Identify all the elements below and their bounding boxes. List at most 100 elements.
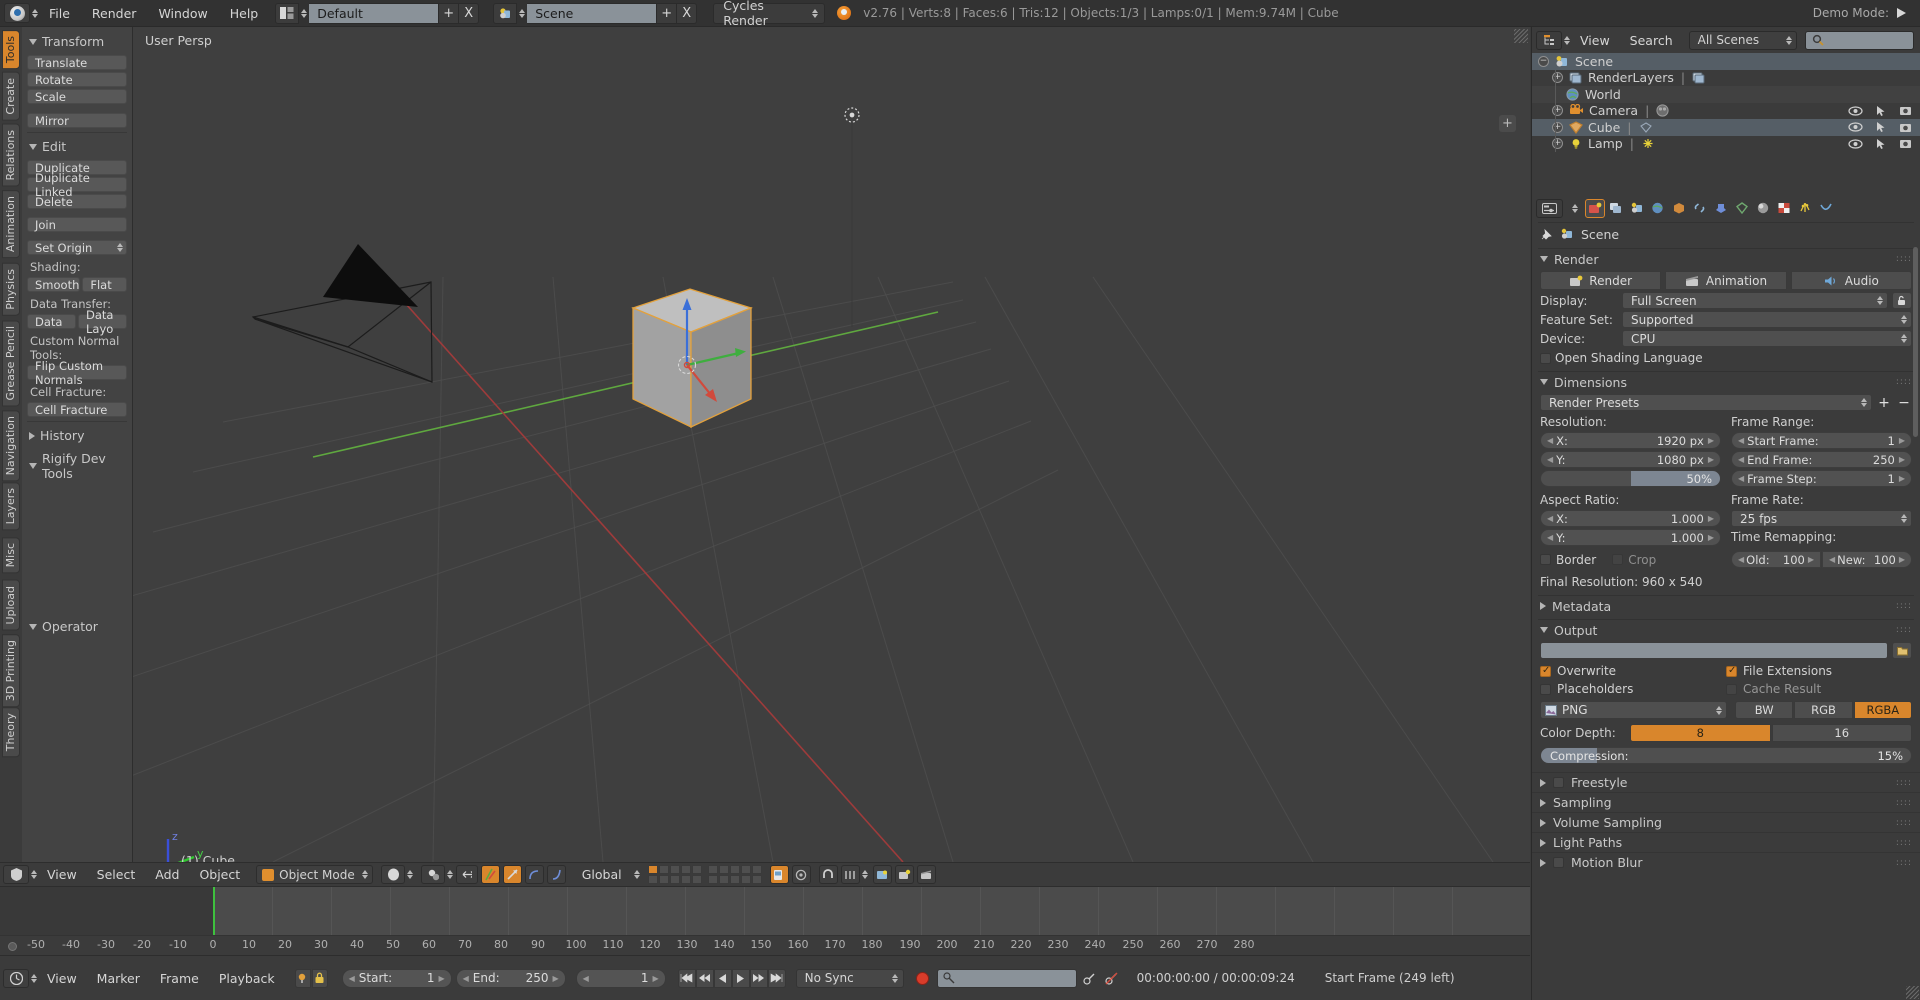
audio-button[interactable]: Audio bbox=[1790, 271, 1912, 290]
color-depth-16[interactable]: 16 bbox=[1771, 724, 1912, 742]
panel-drag-dots[interactable]: :::: bbox=[1896, 858, 1912, 868]
eye-icon[interactable] bbox=[1848, 106, 1863, 116]
border-checkbox[interactable] bbox=[1540, 554, 1551, 565]
scene-name-field[interactable]: Scene bbox=[527, 2, 658, 24]
jump-end-icon[interactable] bbox=[767, 968, 786, 988]
frame-step-field[interactable]: ◀ Frame Step: 1 ▶ bbox=[1731, 470, 1912, 487]
screen-layout-arrows[interactable] bbox=[301, 8, 308, 18]
expand-icon[interactable]: + bbox=[1552, 138, 1563, 150]
insert-keyframe-icon[interactable] bbox=[1080, 969, 1099, 988]
expand-icon[interactable]: + bbox=[1552, 72, 1563, 84]
tab-data[interactable] bbox=[1732, 199, 1752, 218]
outliner-row-cube[interactable]: + Cube | bbox=[1532, 119, 1920, 136]
aspect-y-field[interactable]: ◀ Y: 1.000 ▶ bbox=[1540, 529, 1721, 546]
panel-motion-blur-header[interactable]: Motion Blur :::: bbox=[1532, 852, 1920, 872]
overwrite-checkbox[interactable] bbox=[1540, 665, 1551, 677]
properties-editor-arrows[interactable] bbox=[1572, 203, 1578, 213]
tool-data-layout[interactable]: Data Layo bbox=[78, 308, 127, 336]
outliner-display-mode[interactable]: All Scenes bbox=[1688, 30, 1797, 50]
snap-element-icon[interactable] bbox=[840, 865, 860, 884]
tab-grease-pencil[interactable]: Grease Pencil bbox=[2, 320, 20, 407]
panel-drag-dots[interactable]: :::: bbox=[1896, 601, 1912, 611]
viewport-menu-add[interactable]: Add bbox=[145, 867, 189, 882]
end-frame-field[interactable]: ◀ End: 250 ▶ bbox=[455, 968, 566, 988]
tool-duplicate-linked[interactable]: Duplicate Linked bbox=[27, 171, 127, 199]
panel-edit-header[interactable]: Edit bbox=[22, 135, 132, 158]
tab-render-layers[interactable] bbox=[1606, 199, 1626, 218]
opengl-render-icon[interactable] bbox=[872, 865, 892, 884]
screen-layout-icon[interactable] bbox=[275, 2, 300, 24]
display-lock-icon[interactable] bbox=[1892, 292, 1912, 309]
proportional-edit-icon[interactable] bbox=[791, 865, 811, 884]
viewport-menu-object[interactable]: Object bbox=[189, 867, 250, 882]
viewport-shading-icon[interactable] bbox=[380, 865, 405, 884]
transform-orientation-value[interactable]: Global bbox=[572, 867, 632, 882]
tab-material[interactable] bbox=[1753, 199, 1773, 218]
tool-mirror[interactable]: Mirror bbox=[27, 113, 127, 128]
panel-drag-dots[interactable]: :::: bbox=[1896, 838, 1912, 848]
play-icon[interactable] bbox=[731, 968, 750, 988]
editor-type-icon[interactable] bbox=[3, 865, 29, 884]
panel-render-header[interactable]: Render :::: bbox=[1532, 249, 1920, 269]
color-depth-8[interactable]: 8 bbox=[1630, 724, 1771, 742]
device-select[interactable]: CPU bbox=[1622, 330, 1912, 347]
panel-transform-header[interactable]: Transform bbox=[22, 30, 132, 53]
tab-relations[interactable]: Relations bbox=[2, 124, 20, 187]
panel-dimensions-header[interactable]: Dimensions :::: bbox=[1532, 372, 1920, 392]
tab-theory[interactable]: Theory bbox=[2, 707, 20, 758]
timeline-menu-view[interactable]: View bbox=[37, 971, 87, 986]
timeline-editor[interactable]: -50 -40 -30 -20 -10 0 10 20 30 40 50 60 … bbox=[0, 887, 1530, 955]
panel-drag-dots[interactable]: :::: bbox=[1896, 798, 1912, 808]
start-frame-field[interactable]: ◀ Start: 1 ▶ bbox=[341, 968, 452, 988]
tool-shade-flat[interactable]: Flat bbox=[82, 277, 127, 292]
panel-freestyle-header[interactable]: Freestyle :::: bbox=[1532, 772, 1920, 792]
tab-world[interactable] bbox=[1648, 199, 1668, 218]
scene-layers-grid-2[interactable] bbox=[707, 865, 762, 884]
current-frame-field[interactable]: ◀ 1 ▶ bbox=[575, 968, 666, 988]
tab-physics[interactable] bbox=[1816, 199, 1836, 218]
tool-shade-smooth[interactable]: Smooth bbox=[27, 277, 81, 292]
scene-layers-grid-1[interactable] bbox=[647, 865, 702, 884]
panel-operator-header[interactable]: Operator bbox=[22, 615, 104, 638]
manipulator-scale-icon[interactable] bbox=[524, 865, 544, 884]
timeline-menu-marker[interactable]: Marker bbox=[87, 971, 150, 986]
tab-constraints[interactable] bbox=[1690, 199, 1710, 218]
tab-particles[interactable] bbox=[1795, 199, 1815, 218]
menu-help[interactable]: Help bbox=[219, 0, 270, 27]
tab-texture[interactable] bbox=[1774, 199, 1794, 218]
eye-icon[interactable] bbox=[1848, 122, 1863, 132]
feature-set-select[interactable]: Supported bbox=[1622, 311, 1912, 328]
add-preset-button[interactable]: + bbox=[1876, 395, 1892, 411]
render-animation-icon[interactable] bbox=[916, 865, 936, 884]
panel-sampling-header[interactable]: Sampling :::: bbox=[1532, 792, 1920, 812]
menu-file[interactable]: File bbox=[38, 0, 81, 27]
outliner-row-world[interactable]: World bbox=[1532, 86, 1920, 103]
tab-3d-printing[interactable]: 3D Printing bbox=[2, 634, 20, 708]
snap-arrows[interactable] bbox=[861, 870, 868, 879]
tab-layers[interactable]: Layers bbox=[2, 482, 20, 531]
output-path-input[interactable] bbox=[1540, 642, 1888, 659]
panel-light-paths-header[interactable]: Light Paths :::: bbox=[1532, 832, 1920, 852]
tab-physics[interactable]: Physics bbox=[2, 263, 20, 316]
timeline-editor-type-icon[interactable] bbox=[3, 968, 29, 988]
delete-keyframe-icon[interactable] bbox=[1102, 969, 1121, 988]
delete-scene-button[interactable]: X bbox=[677, 2, 698, 24]
viewport-menu-view[interactable]: View bbox=[37, 867, 87, 882]
outliner-menu-view[interactable]: View bbox=[1570, 33, 1620, 48]
tool-data[interactable]: Data bbox=[27, 314, 76, 329]
play-icon[interactable] bbox=[1897, 8, 1906, 18]
color-mode-rgba[interactable]: RGBA bbox=[1853, 701, 1912, 719]
color-mode-bw[interactable]: BW bbox=[1735, 701, 1794, 719]
render-image-icon[interactable] bbox=[894, 865, 914, 884]
file-format-select[interactable]: PNG bbox=[1540, 701, 1727, 719]
panel-drag-dots[interactable]: :::: bbox=[1896, 254, 1912, 264]
frame-rate-select[interactable]: 25 fps bbox=[1731, 510, 1912, 527]
tool-translate[interactable]: Translate bbox=[27, 55, 127, 70]
crop-checkbox[interactable] bbox=[1612, 554, 1624, 565]
tab-upload[interactable]: Upload bbox=[2, 580, 20, 631]
delete-screen-layout-button[interactable]: X bbox=[459, 2, 480, 24]
menu-window[interactable]: Window bbox=[147, 0, 218, 27]
pivot-arrows[interactable] bbox=[446, 870, 453, 879]
add-scene-button[interactable]: + bbox=[657, 2, 678, 24]
tab-object[interactable] bbox=[1669, 199, 1689, 218]
